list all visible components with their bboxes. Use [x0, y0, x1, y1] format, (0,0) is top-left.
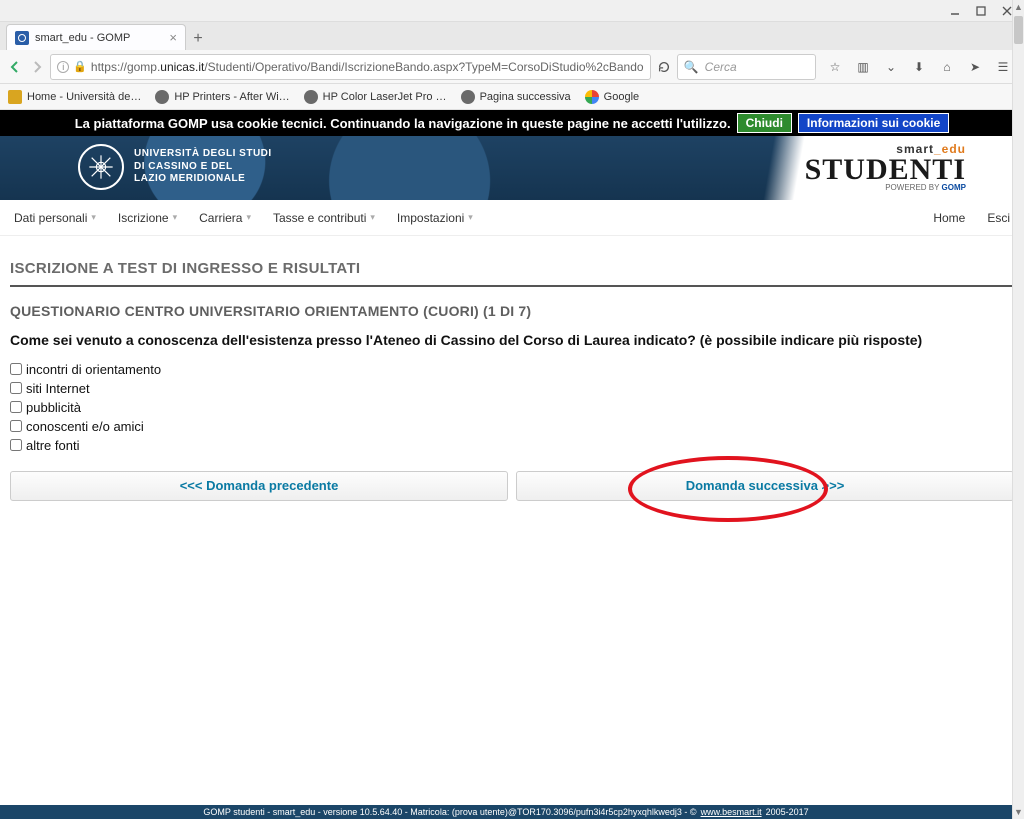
bookmark-item[interactable]: HP Printers - After Wi…: [155, 90, 289, 104]
globe-icon: [155, 90, 169, 104]
brand-logo: smart_edu STUDENTI POWERED BY GOMP: [805, 142, 966, 192]
top-nav: Dati personali▾ Iscrizione▾ Carriera▾ Ta…: [0, 200, 1024, 236]
cookie-banner: La piattaforma GOMP usa cookie tecnici. …: [0, 110, 1024, 136]
chevron-down-icon: ▾: [91, 212, 96, 223]
sidebar-icon[interactable]: ▥: [854, 58, 872, 76]
nav-home[interactable]: Home: [933, 211, 965, 225]
home-icon[interactable]: ⌂: [938, 58, 956, 76]
section-title: ISCRIZIONE A TEST DI INGRESSO E RISULTAT…: [10, 250, 1014, 287]
option-checkbox[interactable]: [10, 420, 22, 432]
bookmark-item[interactable]: Home - Università de…: [8, 90, 141, 104]
university-logo: UNIVERSITÀ DEGLI STUDI DI CASSINO E DEL …: [78, 144, 272, 190]
option-checkbox[interactable]: [10, 401, 22, 413]
scroll-up-arrow-icon[interactable]: ▲: [1013, 0, 1024, 14]
bookmark-item[interactable]: Google: [585, 90, 639, 104]
option-item[interactable]: conoscenti e/o amici: [10, 419, 1014, 434]
search-box[interactable]: 🔍 Cerca: [677, 54, 816, 80]
window-maximize-button[interactable]: [968, 2, 994, 20]
bookmarks-bar: Home - Università de… HP Printers - Afte…: [0, 84, 1024, 110]
option-checkbox[interactable]: [10, 363, 22, 375]
browser-nav-bar: i 🔒 https://gomp.unicas.it/Studenti/Oper…: [0, 50, 1024, 84]
url-bar[interactable]: i 🔒 https://gomp.unicas.it/Studenti/Oper…: [50, 54, 650, 80]
vertical-scrollbar[interactable]: ▲ ▼: [1012, 0, 1024, 819]
chevron-down-icon: ▾: [468, 212, 473, 223]
site-header: UNIVERSITÀ DEGLI STUDI DI CASSINO E DEL …: [0, 136, 1024, 200]
bookmark-star-icon[interactable]: ☆: [826, 58, 844, 76]
back-button[interactable]: [6, 55, 24, 79]
menu-icon[interactable]: ☰: [994, 58, 1012, 76]
scroll-down-arrow-icon[interactable]: ▼: [1013, 805, 1024, 819]
globe-icon: [304, 90, 318, 104]
toolbar-right-icons: ☆ ▥ ⌄ ⬇ ⌂ ➤ ☰: [820, 58, 1018, 76]
window-minimize-button[interactable]: [942, 2, 968, 20]
tab-close-icon[interactable]: ×: [169, 31, 177, 44]
cookie-close-button[interactable]: Chiudi: [737, 113, 792, 133]
search-placeholder: Cerca: [705, 60, 737, 74]
nav-iscrizione[interactable]: Iscrizione▾: [118, 211, 177, 225]
previous-question-button[interactable]: <<< Domanda precedente: [10, 471, 508, 501]
footer-bar: GOMP studenti - smart_edu - versione 10.…: [0, 805, 1012, 819]
downloads-icon[interactable]: ⬇: [910, 58, 928, 76]
nav-esci[interactable]: Esci: [987, 211, 1010, 225]
tab-title: smart_edu - GOMP: [35, 32, 130, 44]
window-title-bar: [0, 0, 1024, 22]
scroll-thumb[interactable]: [1014, 16, 1023, 44]
info-icon[interactable]: i: [57, 61, 69, 73]
questionnaire-title: QUESTIONARIO CENTRO UNIVERSITARIO ORIENT…: [10, 303, 1014, 319]
pocket-icon[interactable]: ⌄: [882, 58, 900, 76]
nav-carriera[interactable]: Carriera▾: [199, 211, 251, 225]
chevron-down-icon: ▾: [246, 212, 251, 223]
new-tab-button[interactable]: +: [186, 28, 210, 50]
option-item[interactable]: pubblicità: [10, 400, 1014, 415]
option-checkbox[interactable]: [10, 382, 22, 394]
nav-buttons-row: <<< Domanda precedente Domanda successiv…: [10, 471, 1014, 501]
lock-icon: 🔒: [73, 60, 87, 73]
tab-favicon-icon: [15, 31, 29, 45]
browser-tab-strip: smart_edu - GOMP × +: [0, 22, 1024, 50]
browser-tab[interactable]: smart_edu - GOMP ×: [6, 24, 186, 50]
next-question-button[interactable]: Domanda successiva >>>: [516, 471, 1014, 501]
main-content: ISCRIZIONE A TEST DI INGRESSO E RISULTAT…: [0, 236, 1024, 501]
google-icon: [585, 90, 599, 104]
search-icon: 🔍: [684, 60, 699, 74]
nav-tasse[interactable]: Tasse e contributi▾: [273, 211, 375, 225]
option-checkbox[interactable]: [10, 439, 22, 451]
option-item[interactable]: incontri di orientamento: [10, 362, 1014, 377]
question-text: Come sei venuto a conoscenza dell'esiste…: [10, 331, 1014, 350]
nav-dati-personali[interactable]: Dati personali▾: [14, 211, 96, 225]
forward-button[interactable]: [28, 55, 46, 79]
globe-icon: [461, 90, 475, 104]
bookmark-item[interactable]: Pagina successiva: [461, 90, 571, 104]
chevron-down-icon: ▾: [173, 212, 178, 223]
option-item[interactable]: altre fonti: [10, 438, 1014, 453]
university-seal-icon: [78, 144, 124, 190]
options-list: incontri di orientamento siti Internet p…: [10, 362, 1014, 453]
bookmark-item[interactable]: HP Color LaserJet Pro …: [304, 90, 447, 104]
reload-button[interactable]: [655, 55, 673, 79]
footer-link[interactable]: www.besmart.it: [701, 807, 762, 817]
cookie-text: La piattaforma GOMP usa cookie tecnici. …: [75, 116, 731, 131]
url-text: https://gomp.unicas.it/Studenti/Operativ…: [91, 60, 644, 74]
option-item[interactable]: siti Internet: [10, 381, 1014, 396]
bookmark-favicon-icon: [8, 90, 22, 104]
cookie-info-button[interactable]: Informazioni sui cookie: [798, 113, 949, 133]
send-icon[interactable]: ➤: [966, 58, 984, 76]
nav-impostazioni[interactable]: Impostazioni▾: [397, 211, 473, 225]
chevron-down-icon: ▾: [370, 212, 375, 223]
